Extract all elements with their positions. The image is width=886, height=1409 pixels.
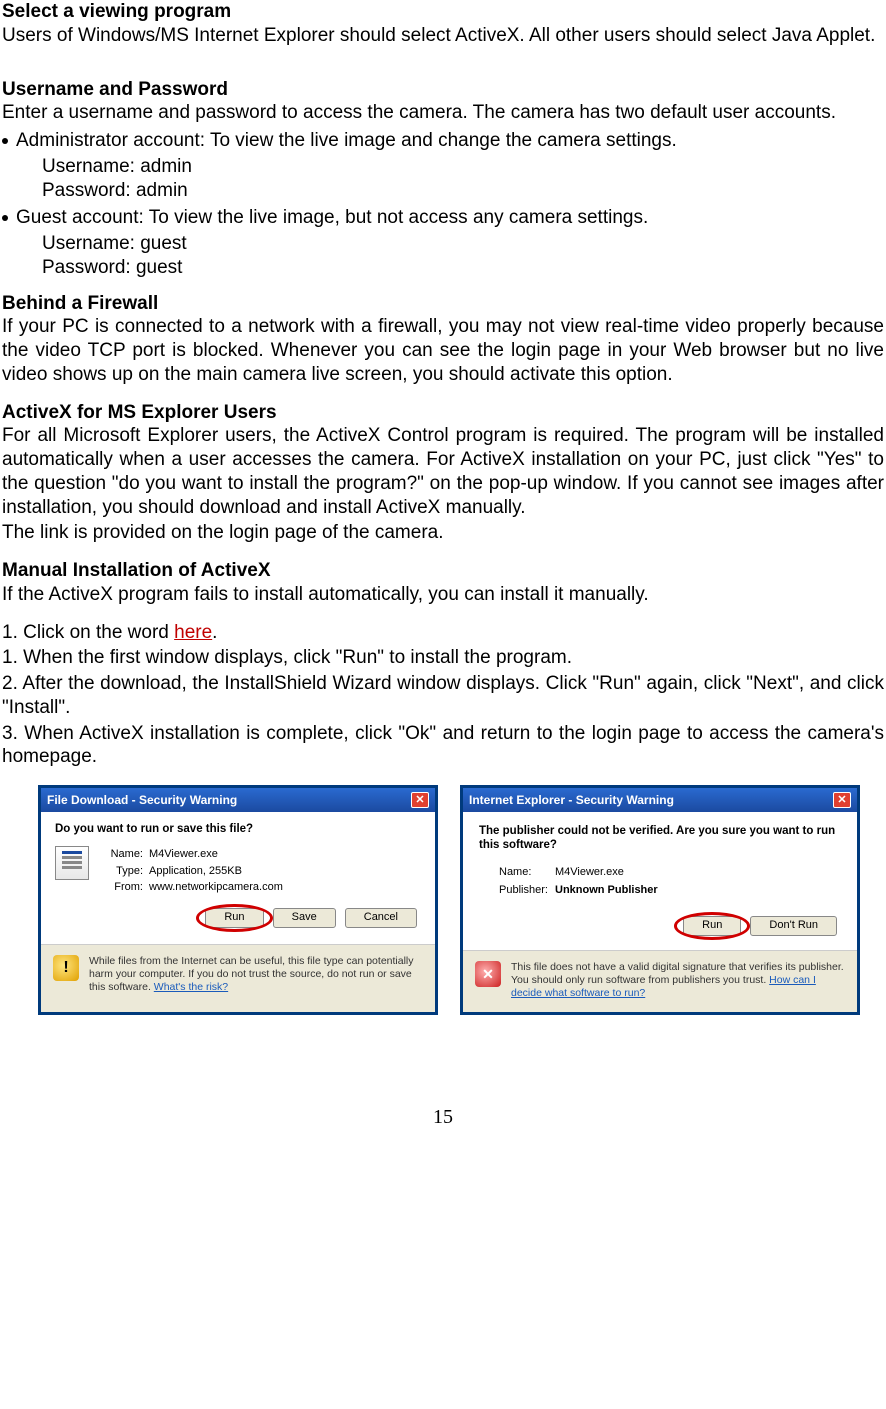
step-3: 2. After the download, the InstallShield…	[2, 672, 884, 720]
dont-run-button[interactable]: Don't Run	[750, 916, 837, 936]
publisher-label: Publisher:	[499, 881, 555, 900]
close-icon[interactable]: ✕	[411, 792, 429, 808]
run-label: Run	[702, 919, 722, 931]
dialog1-footer: While files from the Internet can be use…	[41, 944, 435, 1006]
step-1-post: .	[212, 622, 217, 643]
heading-manual-activex: Manual Installation of ActiveX	[2, 559, 884, 583]
shield-error-icon	[475, 961, 501, 987]
name-value: M4Viewer.exe	[149, 848, 218, 860]
step-2: 1. When the first window displays, click…	[2, 646, 884, 670]
dialog2-body: The publisher could not be verified. Are…	[463, 812, 857, 950]
guest-password: Password: guest	[42, 256, 884, 280]
dialog2-title: Internet Explorer - Security Warning	[469, 793, 674, 808]
guest-username: Username: guest	[42, 232, 884, 256]
dialog1-question: Do you want to run or save this file?	[55, 822, 421, 836]
cancel-button[interactable]: Cancel	[345, 908, 417, 928]
step-1: 1. Click on the word here.	[2, 621, 884, 645]
step-1-pre: 1. Click on the word	[2, 622, 174, 643]
dialog1-details: Name: M4Viewer.exe Type: Application, 255K…	[99, 846, 283, 896]
dialog2-titlebar: Internet Explorer - Security Warning ✕	[463, 788, 857, 812]
name-value: M4Viewer.exe	[555, 866, 624, 878]
save-button[interactable]: Save	[273, 908, 336, 928]
para-manual-intro: If the ActiveX program fails to install …	[2, 583, 884, 607]
step-4: 3. When ActiveX installation is complete…	[2, 722, 884, 770]
heading-firewall: Behind a Firewall	[2, 292, 884, 316]
dialog2-footer-text: This file does not have a valid digital …	[511, 961, 845, 1000]
here-link[interactable]: here	[174, 622, 212, 643]
dialogs-row: File Download - Security Warning ✕ Do yo…	[2, 785, 884, 1015]
dialog2-buttons: Run Don't Run	[479, 914, 841, 946]
dialog1-file-row: Name: M4Viewer.exe Type: Application, 255K…	[55, 846, 421, 896]
para-user-pass: Enter a username and password to access …	[2, 101, 884, 125]
bullet-icon	[2, 215, 8, 221]
dialog1-body: Do you want to run or save this file? Na…	[41, 812, 435, 944]
name-label: Name:	[499, 863, 555, 882]
dialog1-footer-text: While files from the Internet can be use…	[89, 955, 423, 994]
ie-security-dialog: Internet Explorer - Security Warning ✕ T…	[460, 785, 860, 1015]
dialog1-title: File Download - Security Warning	[47, 793, 237, 808]
bullet-admin: Administrator account: To view the live …	[2, 129, 884, 153]
type-value: Application, 255KB	[149, 865, 242, 877]
para-viewing-program: Users of Windows/MS Internet Explorer sh…	[2, 24, 884, 48]
para-activex-2: The link is provided on the login page o…	[2, 521, 884, 545]
para-firewall: If your PC is connected to a network wit…	[2, 315, 884, 386]
name-label: Name:	[99, 846, 143, 863]
dialog1-buttons: Run Save Cancel	[55, 906, 421, 938]
bullet-guest-text: Guest account: To view the live image, b…	[16, 207, 648, 228]
bullet-guest: Guest account: To view the live image, b…	[2, 206, 884, 230]
from-label: From:	[99, 879, 143, 896]
admin-username: Username: admin	[42, 155, 884, 179]
from-value: www.networkipcamera.com	[149, 881, 283, 893]
run-label: Run	[224, 911, 244, 923]
dialog2-details: Name:M4Viewer.exe Publisher:Unknown Publ…	[499, 863, 841, 900]
type-label: Type:	[99, 863, 143, 880]
dialog2-question: The publisher could not be verified. Are…	[479, 824, 841, 853]
file-download-dialog: File Download - Security Warning ✕ Do yo…	[38, 785, 438, 1015]
page-number: 15	[2, 1105, 884, 1130]
heading-activex: ActiveX for MS Explorer Users	[2, 401, 884, 425]
whats-the-risk-link[interactable]: What's the risk?	[154, 981, 228, 993]
admin-password: Password: admin	[42, 179, 884, 203]
publisher-value: Unknown Publisher	[555, 884, 658, 896]
bullet-admin-text: Administrator account: To view the live …	[16, 130, 677, 151]
run-button[interactable]: Run	[205, 908, 263, 928]
dialog2-footer: This file does not have a valid digital …	[463, 950, 857, 1012]
bullet-icon	[2, 138, 8, 144]
close-icon[interactable]: ✕	[833, 792, 851, 808]
application-icon	[55, 846, 89, 880]
shield-warning-icon	[53, 955, 79, 981]
dialog1-titlebar: File Download - Security Warning ✕	[41, 788, 435, 812]
para-activex: For all Microsoft Explorer users, the Ac…	[2, 424, 884, 519]
heading-user-pass: Username and Password	[2, 78, 884, 102]
footer-text: While files from the Internet can be use…	[89, 955, 414, 993]
heading-viewing-program: Select a viewing program	[2, 0, 884, 24]
run-button[interactable]: Run	[683, 916, 741, 936]
